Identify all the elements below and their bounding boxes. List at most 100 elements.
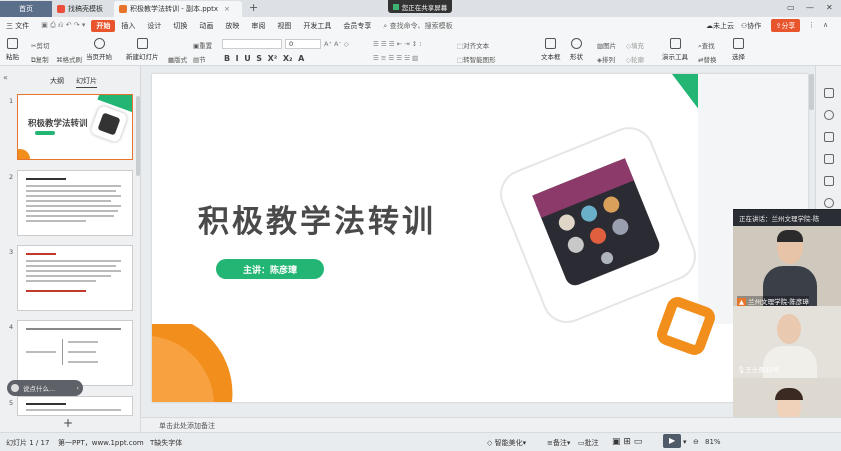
menu-file[interactable]: 三 文件 bbox=[0, 21, 35, 31]
zoom-out-icon[interactable]: ⊖ bbox=[693, 438, 699, 446]
arrange-label: 排列 bbox=[602, 56, 615, 64]
slide-thumbnail-4[interactable] bbox=[17, 320, 133, 386]
convert-smartart-button[interactable]: ⬚转智能图形 bbox=[457, 54, 496, 64]
font-size-select[interactable]: 0 bbox=[285, 39, 321, 49]
textbox-button[interactable]: 文本框 bbox=[541, 38, 561, 61]
cloud-status[interactable]: ☁未上云 bbox=[706, 21, 734, 31]
slideshow-play-button[interactable]: ▶ bbox=[663, 434, 681, 448]
new-slide-button[interactable]: 新建幻灯片 bbox=[126, 38, 159, 61]
slide-thumbnail-2[interactable] bbox=[17, 170, 133, 236]
add-slide-button[interactable]: + bbox=[63, 416, 73, 430]
align-text-button[interactable]: ⬚对齐文本 bbox=[457, 40, 489, 50]
slide-thumbnail-5[interactable] bbox=[17, 396, 133, 416]
comments-toggle[interactable]: ▭批注 bbox=[578, 438, 599, 448]
menu-developer[interactable]: 开发工具 bbox=[297, 21, 337, 31]
paragraph-align-buttons[interactable]: ☰ ≡ ☰ ☰ ☱ ▥ bbox=[373, 54, 418, 62]
menu-slideshow[interactable]: 放映 bbox=[219, 21, 245, 31]
window-layout-icon[interactable]: ▭ bbox=[787, 3, 795, 12]
cut-label: 剪切 bbox=[36, 42, 50, 50]
picture-label: 图片 bbox=[603, 42, 617, 50]
screen-share-banner[interactable]: 您正在共享屏幕 bbox=[388, 0, 452, 13]
menu-insert[interactable]: 插入 bbox=[115, 21, 141, 31]
menu-view[interactable]: 视图 bbox=[271, 21, 297, 31]
layout-button[interactable]: ▦版式 bbox=[168, 54, 187, 64]
select-label: 选择 bbox=[732, 53, 745, 61]
font-family-select[interactable] bbox=[222, 39, 282, 49]
picture-button[interactable]: ▨图片 bbox=[597, 40, 616, 50]
cloud-icon: ☁ bbox=[706, 22, 713, 30]
reset-button[interactable]: ▣重置 bbox=[193, 40, 212, 50]
collapse-ribbon-icon[interactable]: ∧ bbox=[823, 21, 828, 29]
menu-start[interactable]: 开始 bbox=[91, 19, 116, 32]
menu-design[interactable]: 设计 bbox=[141, 21, 167, 31]
menu-transition[interactable]: 切换 bbox=[167, 21, 193, 31]
phone-card bbox=[500, 127, 696, 323]
play-current-label: 当页开始 bbox=[86, 53, 112, 61]
style-icon[interactable] bbox=[824, 110, 834, 120]
close-window-icon[interactable]: ✕ bbox=[826, 3, 833, 12]
slide-thumbnail-3[interactable] bbox=[17, 245, 133, 311]
find-button[interactable]: ⌕查找 bbox=[698, 40, 715, 51]
outline-label: 轮廓 bbox=[631, 56, 644, 64]
format-icon[interactable] bbox=[824, 176, 834, 186]
slide-thumbnail-1[interactable]: 积极教学法转训 bbox=[17, 94, 133, 160]
notes-toggle[interactable]: ≡备注▾ bbox=[547, 438, 570, 448]
close-tab-icon[interactable]: × bbox=[224, 5, 230, 13]
play-current-button[interactable]: 当页开始 bbox=[86, 38, 112, 61]
menu-animation[interactable]: 动画 bbox=[193, 21, 219, 31]
shape-button[interactable]: 形状 bbox=[570, 38, 583, 61]
collab-button[interactable]: ⚇协作 bbox=[741, 21, 761, 31]
shape-label: 形状 bbox=[570, 53, 583, 61]
tab-document[interactable]: 积极教学法转训 - 副本.pptx × bbox=[114, 1, 242, 17]
search-command[interactable]: ⌕ 查找命令、搜索模板 bbox=[377, 21, 458, 31]
demo-tools-button[interactable]: 演示工具 bbox=[662, 38, 688, 61]
play-options-icon[interactable]: ▾ bbox=[683, 438, 687, 446]
animation-icon[interactable] bbox=[824, 132, 834, 142]
cut-button[interactable]: ✂剪切 bbox=[31, 40, 49, 50]
tab-home-label: 首页 bbox=[19, 5, 33, 13]
canvas-scrollbar[interactable] bbox=[809, 74, 814, 110]
fill-label: 填充 bbox=[631, 42, 644, 50]
location-icon[interactable] bbox=[824, 198, 834, 208]
fill-button[interactable]: ◇填充 bbox=[626, 40, 644, 50]
collapse-panel-icon[interactable]: « bbox=[3, 73, 8, 82]
replace-button[interactable]: ⇄替换 bbox=[698, 54, 716, 64]
menu-undo-icons[interactable]: ▣ ⎙ ⎌ ↶ ↷ ▾ bbox=[35, 21, 91, 30]
share-signal-icon bbox=[392, 3, 399, 10]
play-icon: ▶ bbox=[669, 436, 676, 445]
view-buttons[interactable]: ▣ ⊞ ▭ bbox=[612, 437, 642, 447]
new-tab-button[interactable]: + bbox=[249, 1, 258, 14]
panel-scrollbar[interactable] bbox=[136, 96, 140, 176]
arrange-button[interactable]: ◈排列 bbox=[597, 54, 615, 64]
pptx-icon bbox=[119, 5, 127, 13]
list-buttons[interactable]: ☰ ☰ ☰ ⇤ ⇥ ↕ ⁝ bbox=[373, 40, 421, 48]
copy-button[interactable]: ⧉复制 bbox=[31, 54, 49, 65]
tab-template[interactable]: 找稿壳模板 bbox=[52, 1, 112, 17]
menu-review[interactable]: 审阅 bbox=[245, 21, 271, 31]
person-icon: ▲ bbox=[737, 298, 746, 306]
font-style-row[interactable]: B I U S X² X₂ A bbox=[224, 54, 304, 63]
missing-font-button[interactable]: T缺失字体 bbox=[150, 438, 182, 448]
theme-name[interactable]: 第一PPT，www.1ppt.com bbox=[58, 438, 144, 448]
magic-icon[interactable] bbox=[824, 88, 834, 98]
select-button[interactable]: 选择 bbox=[732, 38, 745, 61]
format-painter-button[interactable]: ⌘格式刷 bbox=[56, 54, 82, 64]
notes-area[interactable]: 单击此处添加备注 bbox=[141, 417, 841, 432]
presenter-pill[interactable]: 主讲：陈彦璋 bbox=[216, 259, 324, 279]
outline-button[interactable]: ◇轮廓 bbox=[626, 54, 644, 64]
font-size-step[interactable]: A⁺ A⁻ ◇ bbox=[324, 40, 349, 48]
tab-slides[interactable]: 幻灯片 bbox=[76, 76, 97, 88]
tab-outline[interactable]: 大纲 bbox=[50, 76, 64, 86]
slide-title[interactable]: 积极教学法转训 bbox=[198, 196, 436, 241]
paste-button[interactable]: 粘贴 bbox=[6, 38, 19, 61]
zoom-level[interactable]: 81% bbox=[705, 438, 721, 446]
section-button[interactable]: ▤节 bbox=[193, 54, 206, 64]
slide-edit-icon[interactable] bbox=[824, 154, 834, 164]
menu-member[interactable]: 会员专享 bbox=[337, 21, 377, 31]
chat-input-popup[interactable]: 说点什么... ‹ bbox=[7, 380, 83, 396]
share-button[interactable]: ⇪ 分享 bbox=[771, 19, 800, 32]
more-icon[interactable]: ⋮ bbox=[808, 21, 815, 29]
tab-home[interactable]: 首页 bbox=[0, 1, 52, 17]
smart-beautify-button[interactable]: ◇ 智能美化▾ bbox=[487, 438, 526, 448]
minimize-icon[interactable]: — bbox=[806, 3, 814, 12]
